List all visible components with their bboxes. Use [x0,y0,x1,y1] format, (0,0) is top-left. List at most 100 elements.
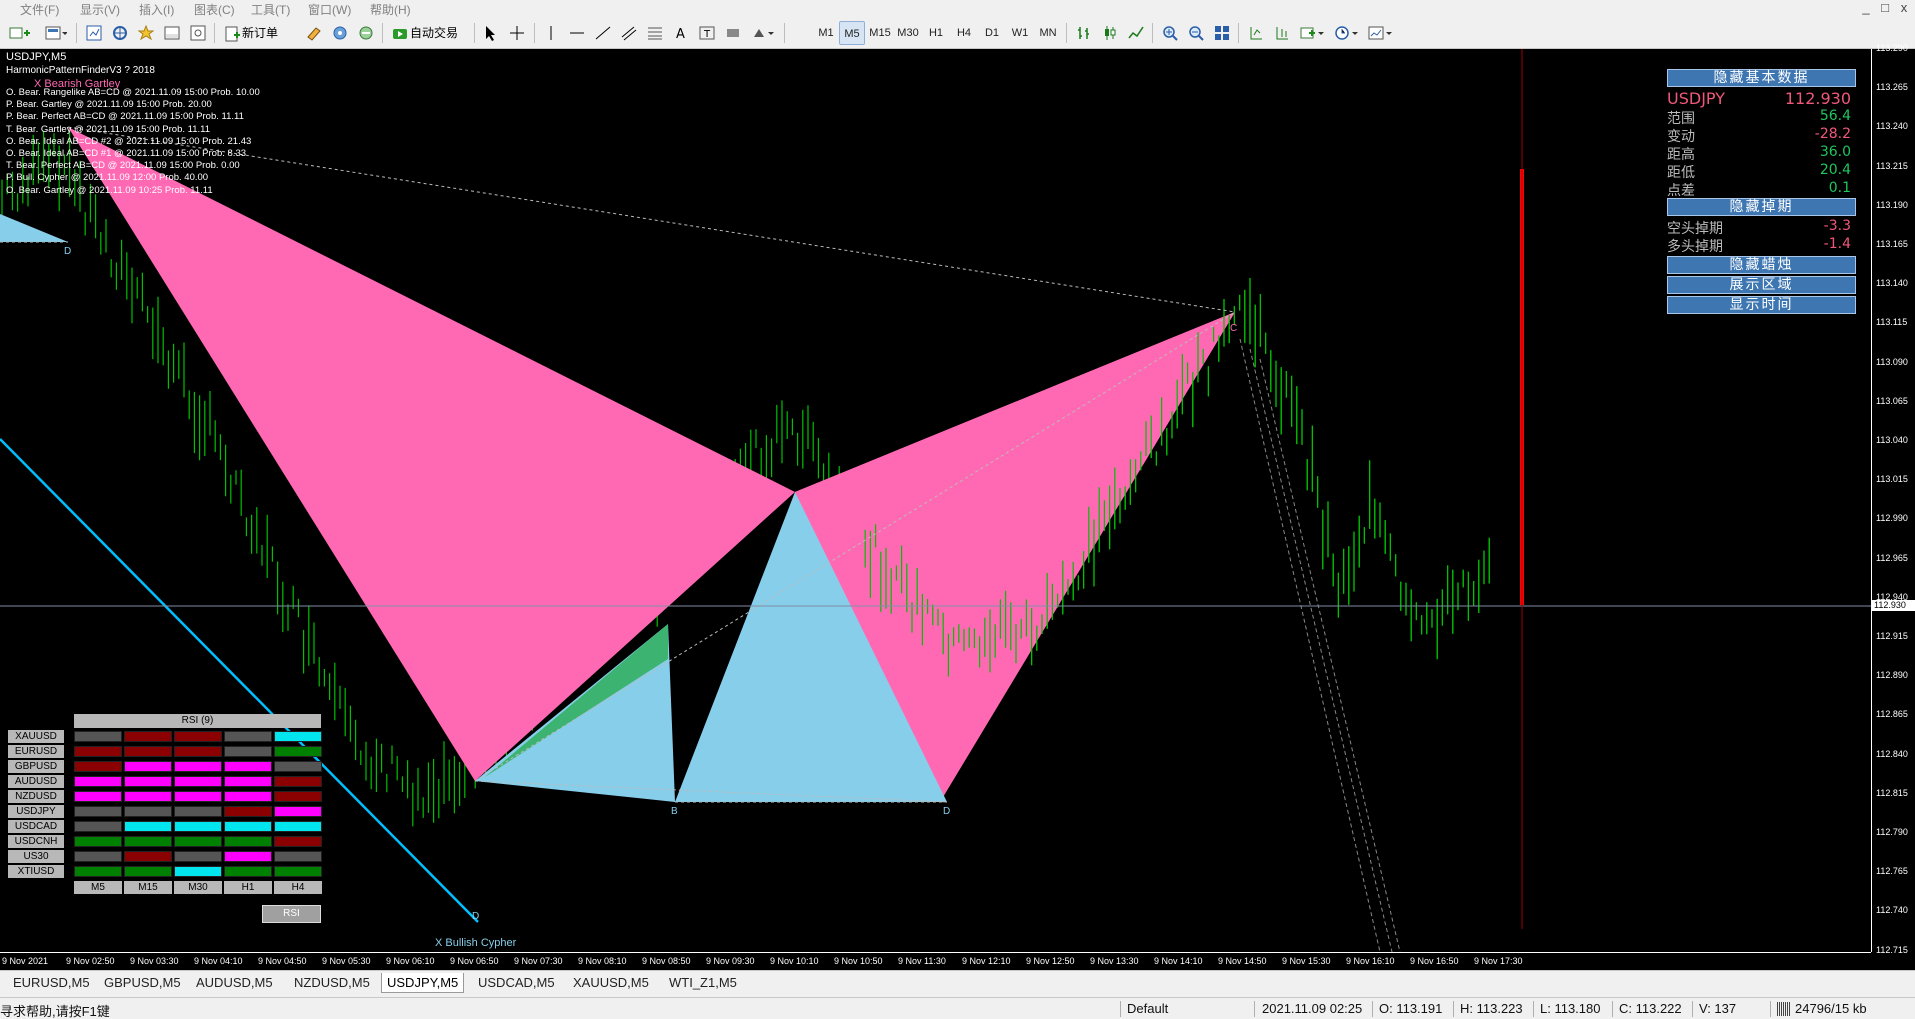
signals-icon[interactable] [328,21,352,45]
rsi-symbol-label: EURUSD [8,745,64,758]
indicators-icon[interactable] [1296,21,1328,45]
text-label-icon[interactable]: T [696,21,718,45]
auto-scroll-icon[interactable] [1270,21,1294,45]
close-button[interactable]: x [1896,0,1912,16]
info-label-to-high: 距高 [1667,147,1695,163]
rsi-symbol-label: NZDUSD [8,790,64,803]
chart-shift-icon[interactable] [1244,21,1268,45]
pattern-item: P. Bear. Gartley @ 2021.11.09 15:00 Prob… [6,99,212,111]
info-label-spread: 点差 [1667,183,1695,199]
timeframe-w1[interactable]: W1 [1007,21,1033,45]
trendline-icon[interactable] [592,21,614,45]
minimize-button[interactable]: _ [1858,0,1874,16]
tab-xauusd[interactable]: XAUUSD,M5 [568,973,654,993]
pattern-item: O. Bear. Rangelike AB=CD @ 2021.11.09 15… [6,87,260,98]
meta-editor-icon[interactable] [302,21,326,45]
timeframe-m5[interactable]: M5 [839,21,865,45]
timeframe-d1[interactable]: D1 [979,21,1005,45]
chart-tabs: EURUSD,M5 GBPUSD,M5 AUDUSD,M5 NZDUSD,M5 … [0,970,1915,996]
rsi-timeframe-label: M5 [74,881,122,894]
tab-usdjpy[interactable]: USDJPY,M5 [381,973,465,993]
info-label-long-swap: 多头掉期 [1667,239,1723,255]
data-window-icon[interactable] [108,21,132,45]
menu-help[interactable]: 帮助(H) [370,1,411,18]
show-range-button[interactable]: 展示区域 [1667,276,1856,294]
templates-icon[interactable] [1364,21,1396,45]
zoom-out-icon[interactable] [1184,21,1208,45]
rsi-cell [124,776,172,787]
strategy-tester-icon[interactable] [186,21,210,45]
cursor-icon[interactable] [480,21,502,45]
tile-windows-icon[interactable] [1210,21,1234,45]
menu-insert[interactable]: 插入(I) [139,1,174,18]
text-icon[interactable]: A [670,21,692,45]
auto-trading-button[interactable]: 自动交易 [388,21,462,45]
timeframe-m1[interactable]: M1 [813,21,839,45]
rsi-cell [274,806,322,817]
info-value-short-swap: -3.3 [1823,218,1851,234]
time-axis-label: 9 Nov 14:10 [1154,956,1203,966]
price-axis-label: 113.115 [1876,317,1908,328]
tab-wti[interactable]: WTI_Z1,M5 [664,973,742,993]
rsi-cell [174,731,222,742]
tab-eurusd[interactable]: EURUSD,M5 [8,973,95,993]
price-axis-label: 113.040 [1876,435,1908,445]
hide-swap-button[interactable]: 隐藏掉期 [1667,198,1856,216]
candlestick-icon[interactable] [1098,21,1122,45]
timeframe-h1[interactable]: H1 [923,21,949,45]
menu-file[interactable]: 文件(F) [20,1,59,18]
menu-view[interactable]: 显示(V) [80,1,120,18]
new-chart-icon[interactable] [4,21,36,45]
rectangle-icon[interactable] [722,21,744,45]
hide-basic-data-button[interactable]: 隐藏基本数据 [1667,69,1856,87]
rsi-panel-title: RSI (9) [74,714,321,728]
rsi-button[interactable]: RSI [262,905,321,923]
zoom-in-icon[interactable] [1158,21,1182,45]
timeframe-m15[interactable]: M15 [867,21,893,45]
menu-window[interactable]: 窗口(W) [308,1,351,18]
channel-icon[interactable] [618,21,640,45]
arrows-icon[interactable] [748,21,780,45]
tab-audusd[interactable]: AUDUSD,M5 [191,973,278,993]
time-axis-label: 9 Nov 17:30 [1474,956,1523,966]
time-axis[interactable]: 9 Nov 2021 9 Nov 02:50 9 Nov 03:30 9 Nov 04… [0,952,1871,970]
terminal-icon[interactable] [160,21,184,45]
rsi-cell [74,866,122,877]
fibonacci-icon[interactable] [644,21,666,45]
restore-button[interactable]: □ [1877,0,1893,16]
navigator-icon[interactable] [134,21,158,45]
rsi-cell [224,866,272,877]
tab-gbpusd[interactable]: GBPUSD,M5 [99,973,186,993]
price-axis-label: 112.765 [1876,866,1908,877]
menu-tools[interactable]: 工具(T) [251,1,290,18]
market-watch-icon[interactable] [82,21,106,45]
tab-usdcad[interactable]: USDCAD,M5 [473,973,560,993]
time-axis-label: 9 Nov 08:50 [642,956,691,966]
vertical-line-icon[interactable] [540,21,562,45]
line-chart-icon[interactable] [1124,21,1148,45]
tab-nzdusd[interactable]: NZDUSD,M5 [289,973,375,993]
rsi-cell [124,731,172,742]
hide-candles-button[interactable]: 隐藏蜡烛 [1667,256,1856,274]
rsi-cell [274,731,322,742]
price-axis-label: 112.840 [1876,748,1908,759]
rsi-cell [74,776,122,787]
bar-chart-icon[interactable] [1072,21,1096,45]
periodicity-icon[interactable] [1330,21,1362,45]
price-axis-label: 113.065 [1876,395,1908,406]
crosshair-icon[interactable] [506,21,528,45]
chart-window[interactable]: X Bearish Gartley X Bullish Cypher D C B D D U… [0,43,1915,970]
show-time-button[interactable]: 显示时间 [1667,296,1856,314]
menu-charts[interactable]: 图表(C) [194,1,235,18]
rsi-cell [174,761,222,772]
timeframe-m30[interactable]: M30 [895,21,921,45]
price-axis-label: 113.265 [1876,82,1908,93]
timeframe-h4[interactable]: H4 [951,21,977,45]
horizontal-line-icon[interactable] [566,21,588,45]
timeframe-mn[interactable]: MN [1035,21,1061,45]
price-axis-label: 112.965 [1876,552,1908,563]
new-order-button[interactable]: 新订单 [220,21,282,45]
market-icon[interactable] [354,21,378,45]
profiles-icon[interactable] [40,21,72,45]
price-axis[interactable]: 113.290 113.265 113.240 113.215 113.190 113.1… [1871,43,1915,955]
